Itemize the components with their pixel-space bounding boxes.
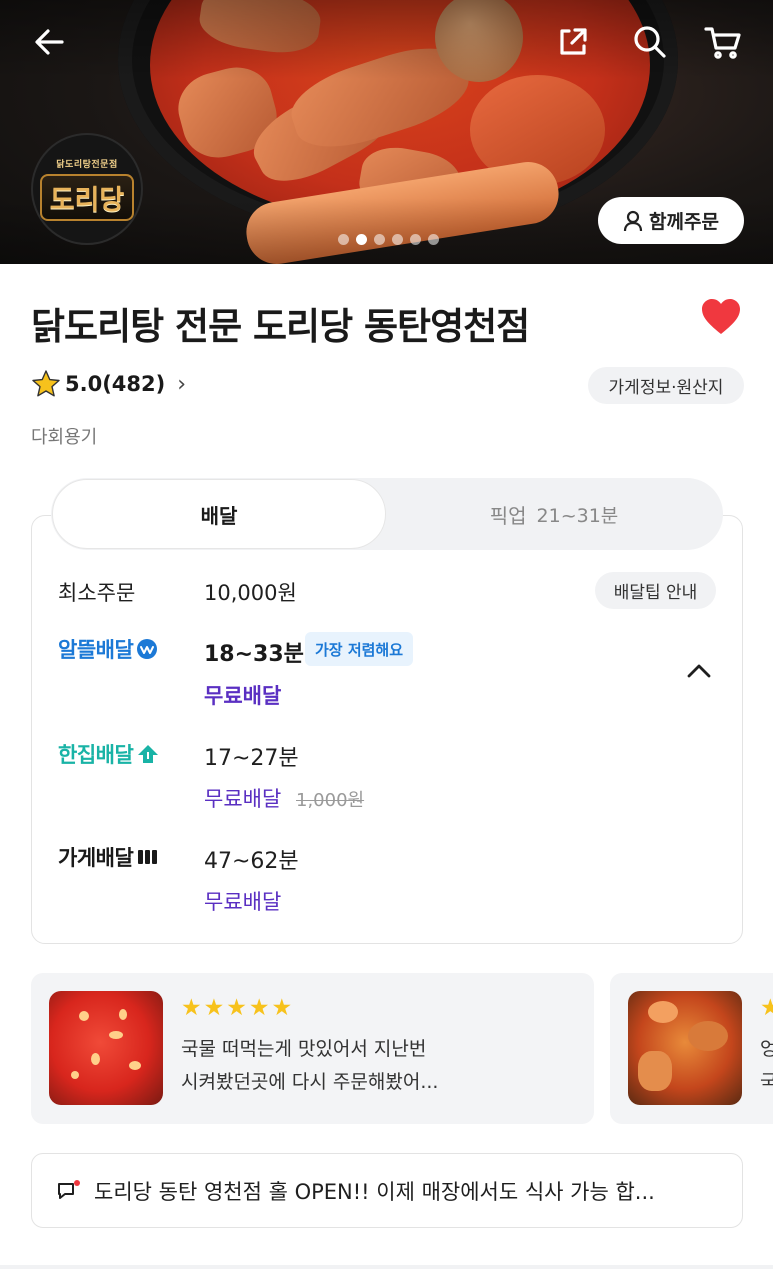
chevron-up-icon <box>687 664 711 678</box>
review-card[interactable]: ★ 엉 국 <box>610 973 773 1124</box>
reusable-container-label: 다회용기 <box>31 427 98 448</box>
collapse-button[interactable] <box>684 656 714 686</box>
group-order-button[interactable]: 함께주문 <box>598 197 744 244</box>
min-order-value: 10,000원 <box>204 581 297 605</box>
carousel-dot[interactable] <box>374 234 385 245</box>
tab-delivery[interactable]: 배달 <box>52 479 386 549</box>
review-card[interactable]: ★★★★★ 국물 떠먹는게 맛있어서 지난번 시켜봤던곳에 다시 주문해봤어..… <box>31 973 594 1124</box>
logo-name: 도리당 <box>39 174 135 221</box>
review-stars: ★ <box>760 995 773 1021</box>
hanjip-delivery-brand: 한집배달 <box>58 739 160 769</box>
cheapest-badge: 가장 저렴해요 <box>305 632 414 666</box>
store-delivery-fee: 무료배달 <box>204 890 282 914</box>
review-text: 엉 국 <box>760 1033 773 1099</box>
share-icon <box>560 28 587 55</box>
carousel-dot-active[interactable] <box>356 234 367 245</box>
review-photo <box>628 991 742 1105</box>
min-order-label: 최소주문 <box>58 581 136 605</box>
tab-pickup[interactable]: 픽업 21~31분 <box>386 479 722 549</box>
favorite-button[interactable] <box>700 297 742 337</box>
store-delivery-label: 가게배달 <box>58 846 134 870</box>
carousel-indicator <box>338 234 439 245</box>
rating-link[interactable]: 5.0(482) › <box>31 369 186 399</box>
store-delivery-icon <box>138 850 158 864</box>
hanjip-original-fee: 1,000원 <box>296 790 365 811</box>
review-text-line: 국물 떠먹는게 맛있어서 지난번 <box>181 1038 427 1060</box>
carousel-dot[interactable] <box>338 234 349 245</box>
store-notice[interactable]: 도리당 동탄 영천점 홀 OPEN!! 이제 매장에서도 식사 가능 합... <box>31 1153 743 1228</box>
review-text-line: 엉 <box>760 1038 773 1060</box>
store-info-button[interactable]: 가게정보·원산지 <box>588 367 744 404</box>
alddeul-delivery-time: 18~33분 <box>204 642 304 667</box>
review-text: 국물 떠먹는게 맛있어서 지난번 시켜봤던곳에 다시 주문해봤어... <box>181 1033 581 1099</box>
cart-button[interactable] <box>703 22 743 62</box>
review-text-line: 시켜봤던곳에 다시 주문해봤어... <box>181 1071 439 1093</box>
search-icon <box>634 26 666 58</box>
notice-chat-icon <box>58 1179 80 1199</box>
hanjip-delivery-label: 한집배달 <box>58 743 134 767</box>
chevron-right-icon: › <box>177 371 187 397</box>
alddeul-badge-icon <box>137 639 158 659</box>
store-logo: 닭도리탕전문점 도리당 <box>31 133 143 245</box>
person-icon <box>623 210 643 231</box>
group-order-label: 함께주문 <box>649 211 719 233</box>
heart-icon <box>702 299 740 334</box>
tab-pickup-time: 21~31분 <box>536 504 619 527</box>
share-button[interactable] <box>553 22 593 62</box>
star-icon <box>32 370 60 397</box>
back-arrow-icon <box>35 29 64 55</box>
carousel-dot[interactable] <box>410 234 421 245</box>
review-stars: ★★★★★ <box>181 995 295 1021</box>
alddeul-delivery-fee: 무료배달 <box>204 684 282 708</box>
house-arrow-icon <box>138 745 159 763</box>
store-delivery-brand: 가게배달 <box>58 842 158 872</box>
search-button[interactable] <box>630 22 670 62</box>
store-title: 닭도리탕 전문 도리당 동탄영천점 <box>31 305 530 348</box>
hanjip-delivery-fee: 무료배달 <box>204 787 282 811</box>
review-photo <box>49 991 163 1105</box>
hero-image[interactable]: 닭도리탕전문점 도리당 함께주문 <box>0 0 773 264</box>
hanjip-delivery-time: 17~27분 <box>204 746 299 771</box>
delivery-tip-info-button[interactable]: 배달팁 안내 <box>595 572 716 609</box>
notice-text: 도리당 동탄 영천점 홀 OPEN!! 이제 매장에서도 식사 가능 합... <box>94 1179 655 1204</box>
review-text-line: 국 <box>760 1071 773 1093</box>
carousel-dot[interactable] <box>392 234 403 245</box>
back-button[interactable] <box>29 22 69 62</box>
store-delivery-time: 47~62분 <box>204 849 299 874</box>
logo-subtitle: 닭도리탕전문점 <box>56 160 118 170</box>
alddeul-delivery-brand: 알뜰배달 <box>58 634 158 664</box>
section-divider <box>0 1265 773 1269</box>
cart-icon <box>704 27 741 59</box>
alddeul-delivery-label: 알뜰배달 <box>58 638 134 662</box>
rating-value: 5.0(482) <box>65 372 166 396</box>
tab-pickup-label: 픽업 <box>489 503 527 528</box>
carousel-dot[interactable] <box>428 234 439 245</box>
